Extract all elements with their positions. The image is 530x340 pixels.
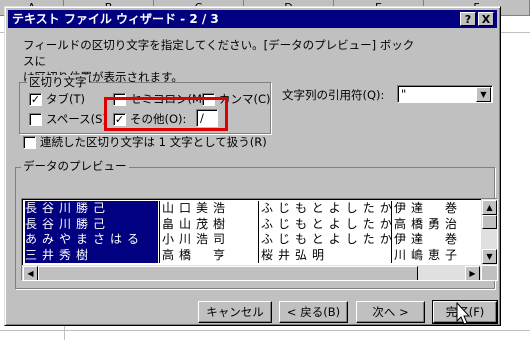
grid-line bbox=[0, 330, 530, 331]
preview-column-4[interactable]: 伊達 巻 高橋勇治 伊達 巻 川嶋恵子 bbox=[394, 201, 478, 263]
preview-cell: 伊達 巻 bbox=[394, 232, 463, 246]
scroll-left-icon[interactable]: ◀ bbox=[23, 266, 38, 280]
delimiters-group-label: 区切り文字 bbox=[27, 75, 89, 89]
tab-checkbox[interactable]: ✓ タブ(T) bbox=[29, 91, 85, 107]
preview-cell: 高橋 亨 bbox=[162, 247, 231, 262]
text-qualifier-label: 文字列の引用符(Q): bbox=[282, 88, 385, 102]
preview-cell: ふじもとよしたか bbox=[261, 201, 397, 215]
mouse-pointer-icon bbox=[456, 302, 471, 325]
next-button[interactable]: 次へ > bbox=[356, 301, 425, 323]
back-button[interactable]: < 戻る(B) bbox=[279, 301, 348, 323]
scroll-right-icon[interactable]: ▶ bbox=[465, 266, 480, 280]
checkbox-box bbox=[29, 112, 42, 126]
help-button[interactable]: ? bbox=[460, 12, 476, 26]
preview-cell: ふじもとよしたか bbox=[261, 216, 397, 231]
preview-cell: あみやまさはる bbox=[25, 232, 145, 246]
preview-cell: 長谷川勝己 bbox=[25, 216, 111, 231]
preview-cell: 伊達 巻 bbox=[394, 201, 463, 215]
preview-cell: 畠山茂樹 bbox=[162, 216, 231, 231]
column-divider bbox=[391, 201, 392, 263]
horizontal-scroll-thumb[interactable] bbox=[38, 266, 418, 280]
checkbox-box bbox=[23, 135, 36, 149]
preview-cell: 三井秀樹 bbox=[25, 247, 94, 262]
preview-cell: 山口美浩 bbox=[162, 201, 231, 215]
checkbox-box: ✓ bbox=[29, 92, 42, 106]
text-qualifier-select[interactable]: " ▼ bbox=[397, 85, 493, 103]
consecutive-delimiters-checkbox[interactable]: 連続した区切り文字は 1 文字として扱う(R) bbox=[23, 134, 267, 150]
space-label: スペース(S) bbox=[46, 112, 107, 126]
preview-column-3[interactable]: ふじもとよしたか ふじもとよしたか ふじもとよしたか 桜井弘明 bbox=[261, 201, 397, 263]
scrollbar-corner bbox=[482, 266, 497, 280]
title-bar[interactable]: テキスト ファイル ウィザード - 2 / 3 ? X bbox=[8, 10, 497, 28]
close-button[interactable]: X bbox=[478, 12, 494, 26]
preview-group-label: データのプレビュー bbox=[21, 159, 129, 173]
tab-label: タブ(T) bbox=[46, 92, 85, 106]
vertical-scroll-thumb[interactable] bbox=[482, 215, 497, 229]
preview-column-1[interactable]: 長谷川勝己 長谷川勝己 あみやまさはる 三井秀樹 bbox=[25, 201, 158, 263]
dialog-title: テキスト ファイル ウィザード - 2 / 3 bbox=[12, 12, 219, 26]
highlight-annotation bbox=[104, 97, 228, 131]
preview-column-2[interactable]: 山口美浩 畠山茂樹 小川浩司 高橋 亨 bbox=[162, 201, 257, 263]
chevron-down-icon[interactable]: ▼ bbox=[476, 87, 491, 102]
preview-cell: 小川浩司 bbox=[162, 232, 231, 246]
scroll-up-icon[interactable]: ▲ bbox=[482, 200, 497, 215]
cancel-button[interactable]: キャンセル bbox=[198, 301, 272, 323]
preview-cell: 桜井弘明 bbox=[261, 247, 330, 262]
preview-cell: 長谷川勝己 bbox=[25, 201, 111, 215]
preview-cell: 高橋勇治 bbox=[394, 216, 463, 231]
data-preview[interactable]: 長谷川勝己 長谷川勝己 あみやまさはる 三井秀樹 山口美浩 畠山茂樹 小川浩司 … bbox=[21, 198, 498, 281]
consecutive-label: 連続した区切り文字は 1 文字として扱う(R) bbox=[40, 135, 267, 149]
scroll-down-icon[interactable]: ▼ bbox=[482, 249, 497, 264]
column-divider bbox=[159, 201, 160, 263]
preview-cell: ふじもとよしたか bbox=[261, 232, 397, 246]
space-checkbox[interactable]: スペース(S) bbox=[29, 111, 107, 127]
instructions-line-1: フィールドの区切り文字を指定してください。[データのプレビュー] ボックスに bbox=[23, 38, 415, 68]
column-divider bbox=[258, 201, 259, 263]
preview-cell: 川嶋恵子 bbox=[394, 247, 463, 262]
